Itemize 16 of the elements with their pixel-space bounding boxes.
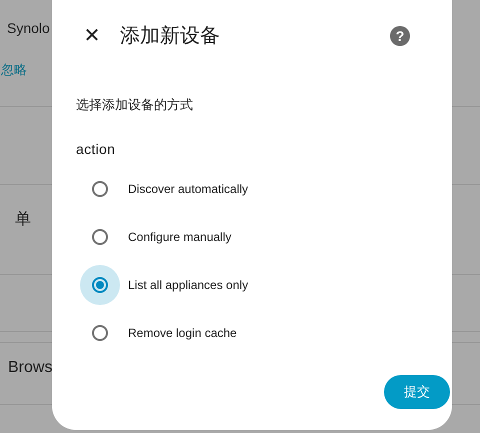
option-label[interactable]: Discover automatically xyxy=(128,182,248,196)
radio-button[interactable] xyxy=(92,277,108,293)
radio-button[interactable] xyxy=(92,325,108,341)
radio-button[interactable] xyxy=(92,229,108,245)
option-label[interactable]: List all appliances only xyxy=(128,278,248,292)
close-icon[interactable]: ✕ xyxy=(80,24,104,48)
option-label[interactable]: Remove login cache xyxy=(128,326,237,340)
radio-button[interactable] xyxy=(92,181,108,197)
list-heading: 单 xyxy=(15,210,31,230)
dialog-description: 选择添加设备的方式 xyxy=(76,97,194,113)
device-label: Synolo xyxy=(7,20,50,36)
help-icon[interactable]: ? xyxy=(390,26,410,46)
field-label: action xyxy=(76,141,116,157)
list-heading: Brows xyxy=(8,358,52,378)
dialog-title: 添加新设备 xyxy=(120,24,221,48)
option-label[interactable]: Configure manually xyxy=(128,230,232,244)
